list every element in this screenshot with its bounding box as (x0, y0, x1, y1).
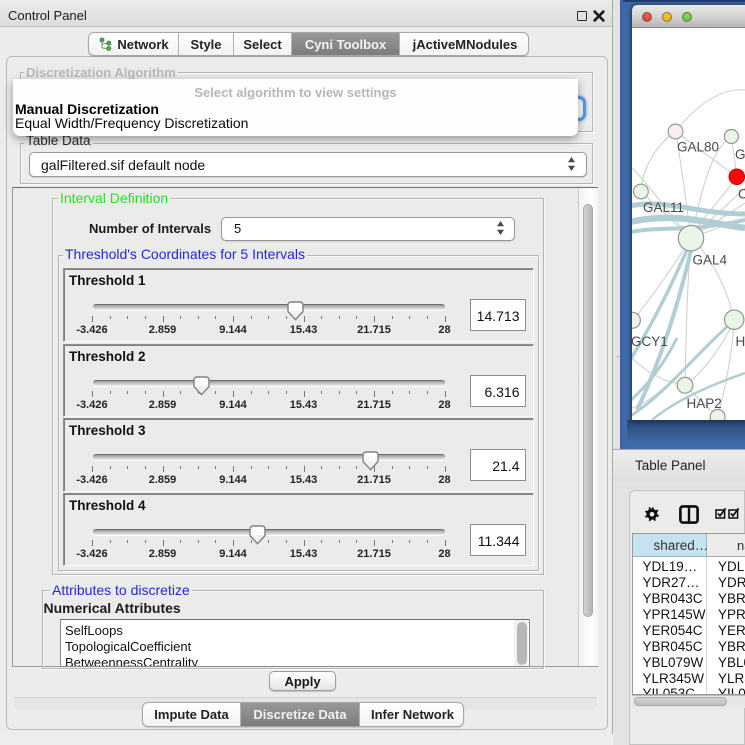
svg-text:HA: HA (736, 334, 745, 349)
svg-text:GAL4: GAL4 (693, 253, 728, 268)
svg-text:CB: CB (738, 187, 745, 202)
svg-text:GCY1: GCY1 (632, 334, 668, 349)
svg-text:GA: GA (735, 147, 745, 162)
svg-text:HAP2: HAP2 (687, 396, 722, 411)
svg-text:GAL11: GAL11 (643, 200, 684, 215)
svg-text:GAL80: GAL80 (677, 140, 719, 155)
